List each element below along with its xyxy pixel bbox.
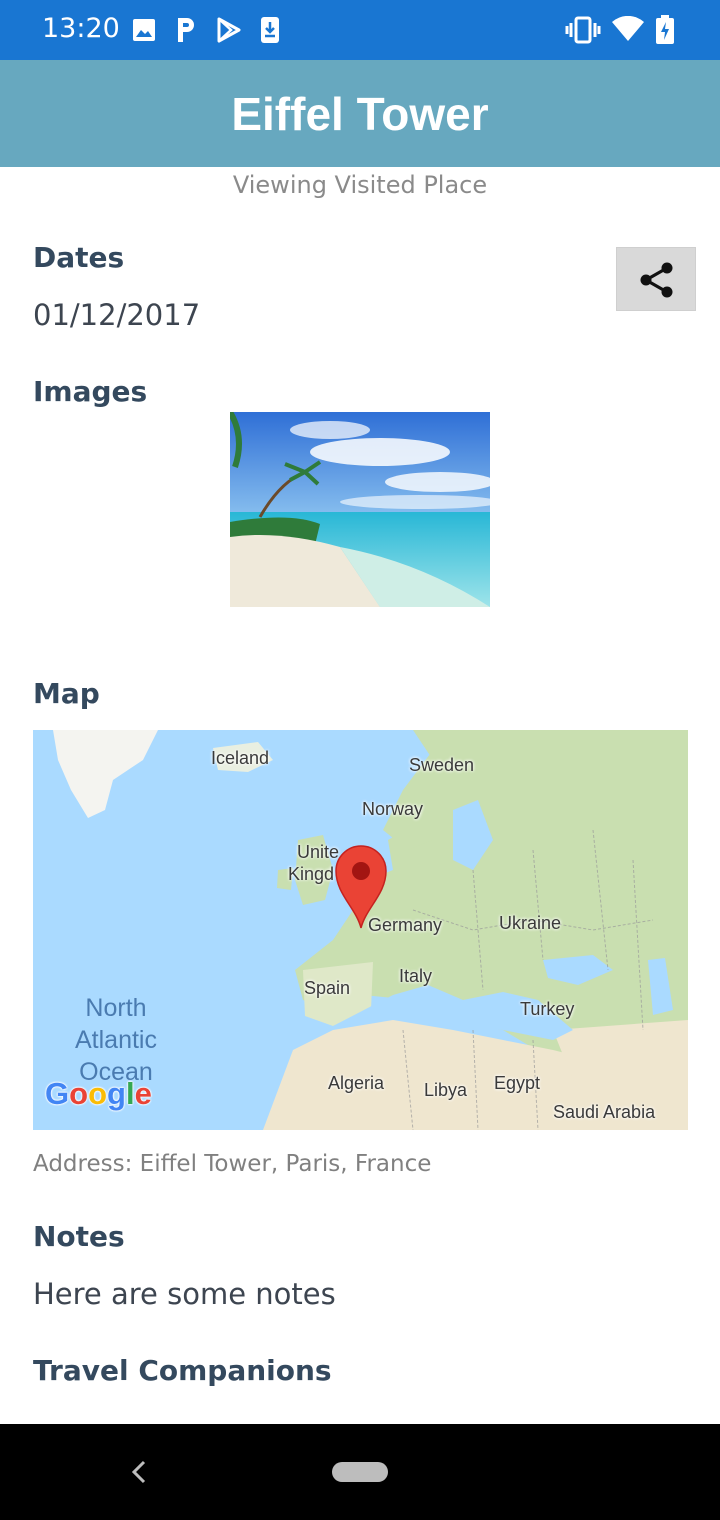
images-label: Images bbox=[33, 375, 148, 408]
home-pill-icon[interactable] bbox=[332, 1462, 388, 1482]
ocean-label-line2: Atlantic bbox=[75, 1026, 157, 1054]
wifi-icon bbox=[612, 16, 644, 41]
dates-label: Dates bbox=[33, 241, 125, 274]
map-label-uk-line2: Kingd bbox=[288, 864, 335, 884]
ocean-label-line1: North bbox=[85, 994, 147, 1022]
status-bar: 13:20 bbox=[0, 0, 720, 60]
play-store-icon bbox=[217, 17, 241, 43]
map-label: Map bbox=[33, 677, 100, 710]
battery-charging-icon bbox=[656, 15, 674, 44]
map-label-turkey: Turkey bbox=[520, 999, 575, 1019]
map-label-saudi-arabia: Saudi Arabia bbox=[553, 1102, 656, 1122]
map-label-libya: Libya bbox=[424, 1080, 468, 1100]
map-label-ukraine: Ukraine bbox=[499, 913, 562, 933]
view-mode-subtitle: Viewing Visited Place bbox=[232, 171, 488, 199]
beach-photo[interactable] bbox=[230, 412, 490, 607]
map-view[interactable]: Iceland Sweden Norway Unite Kingd German… bbox=[33, 730, 688, 1130]
notes-value: Here are some notes bbox=[33, 1277, 336, 1311]
back-chevron-icon[interactable] bbox=[128, 1458, 150, 1486]
map-label-algeria: Algeria bbox=[328, 1073, 385, 1093]
map-label-spain: Spain bbox=[304, 978, 351, 998]
p-letter-icon bbox=[178, 18, 194, 42]
travel-companions-label: Travel Companions bbox=[33, 1354, 332, 1387]
notes-label: Notes bbox=[33, 1220, 125, 1253]
map-label-iceland: Iceland bbox=[211, 748, 270, 768]
google-logo: Google bbox=[45, 1076, 152, 1111]
map-label-uk-line1: Unite bbox=[297, 842, 340, 862]
status-time: 13:20 bbox=[42, 13, 120, 44]
download-icon bbox=[261, 17, 279, 43]
page-title: Eiffel Tower bbox=[231, 88, 489, 140]
share-icon bbox=[640, 262, 673, 298]
map-label-north-atlantic-ocean: North Atlantic Ocean bbox=[71, 992, 161, 1088]
map-label-norway: Norway bbox=[362, 799, 424, 819]
app-bar: Eiffel Tower bbox=[0, 60, 720, 167]
address-text: Address: Eiffel Tower, Paris, France bbox=[33, 1151, 432, 1177]
dates-value: 01/12/2017 bbox=[33, 298, 201, 332]
map-label-sweden: Sweden bbox=[409, 755, 475, 775]
navigation-bar bbox=[0, 1424, 720, 1520]
map-label-italy: Italy bbox=[399, 966, 433, 986]
vibrate-icon bbox=[565, 16, 601, 44]
image-icon bbox=[133, 19, 155, 41]
share-button[interactable] bbox=[616, 247, 696, 311]
map-pin-icon[interactable] bbox=[334, 844, 388, 930]
map-label-egypt: Egypt bbox=[494, 1073, 541, 1093]
